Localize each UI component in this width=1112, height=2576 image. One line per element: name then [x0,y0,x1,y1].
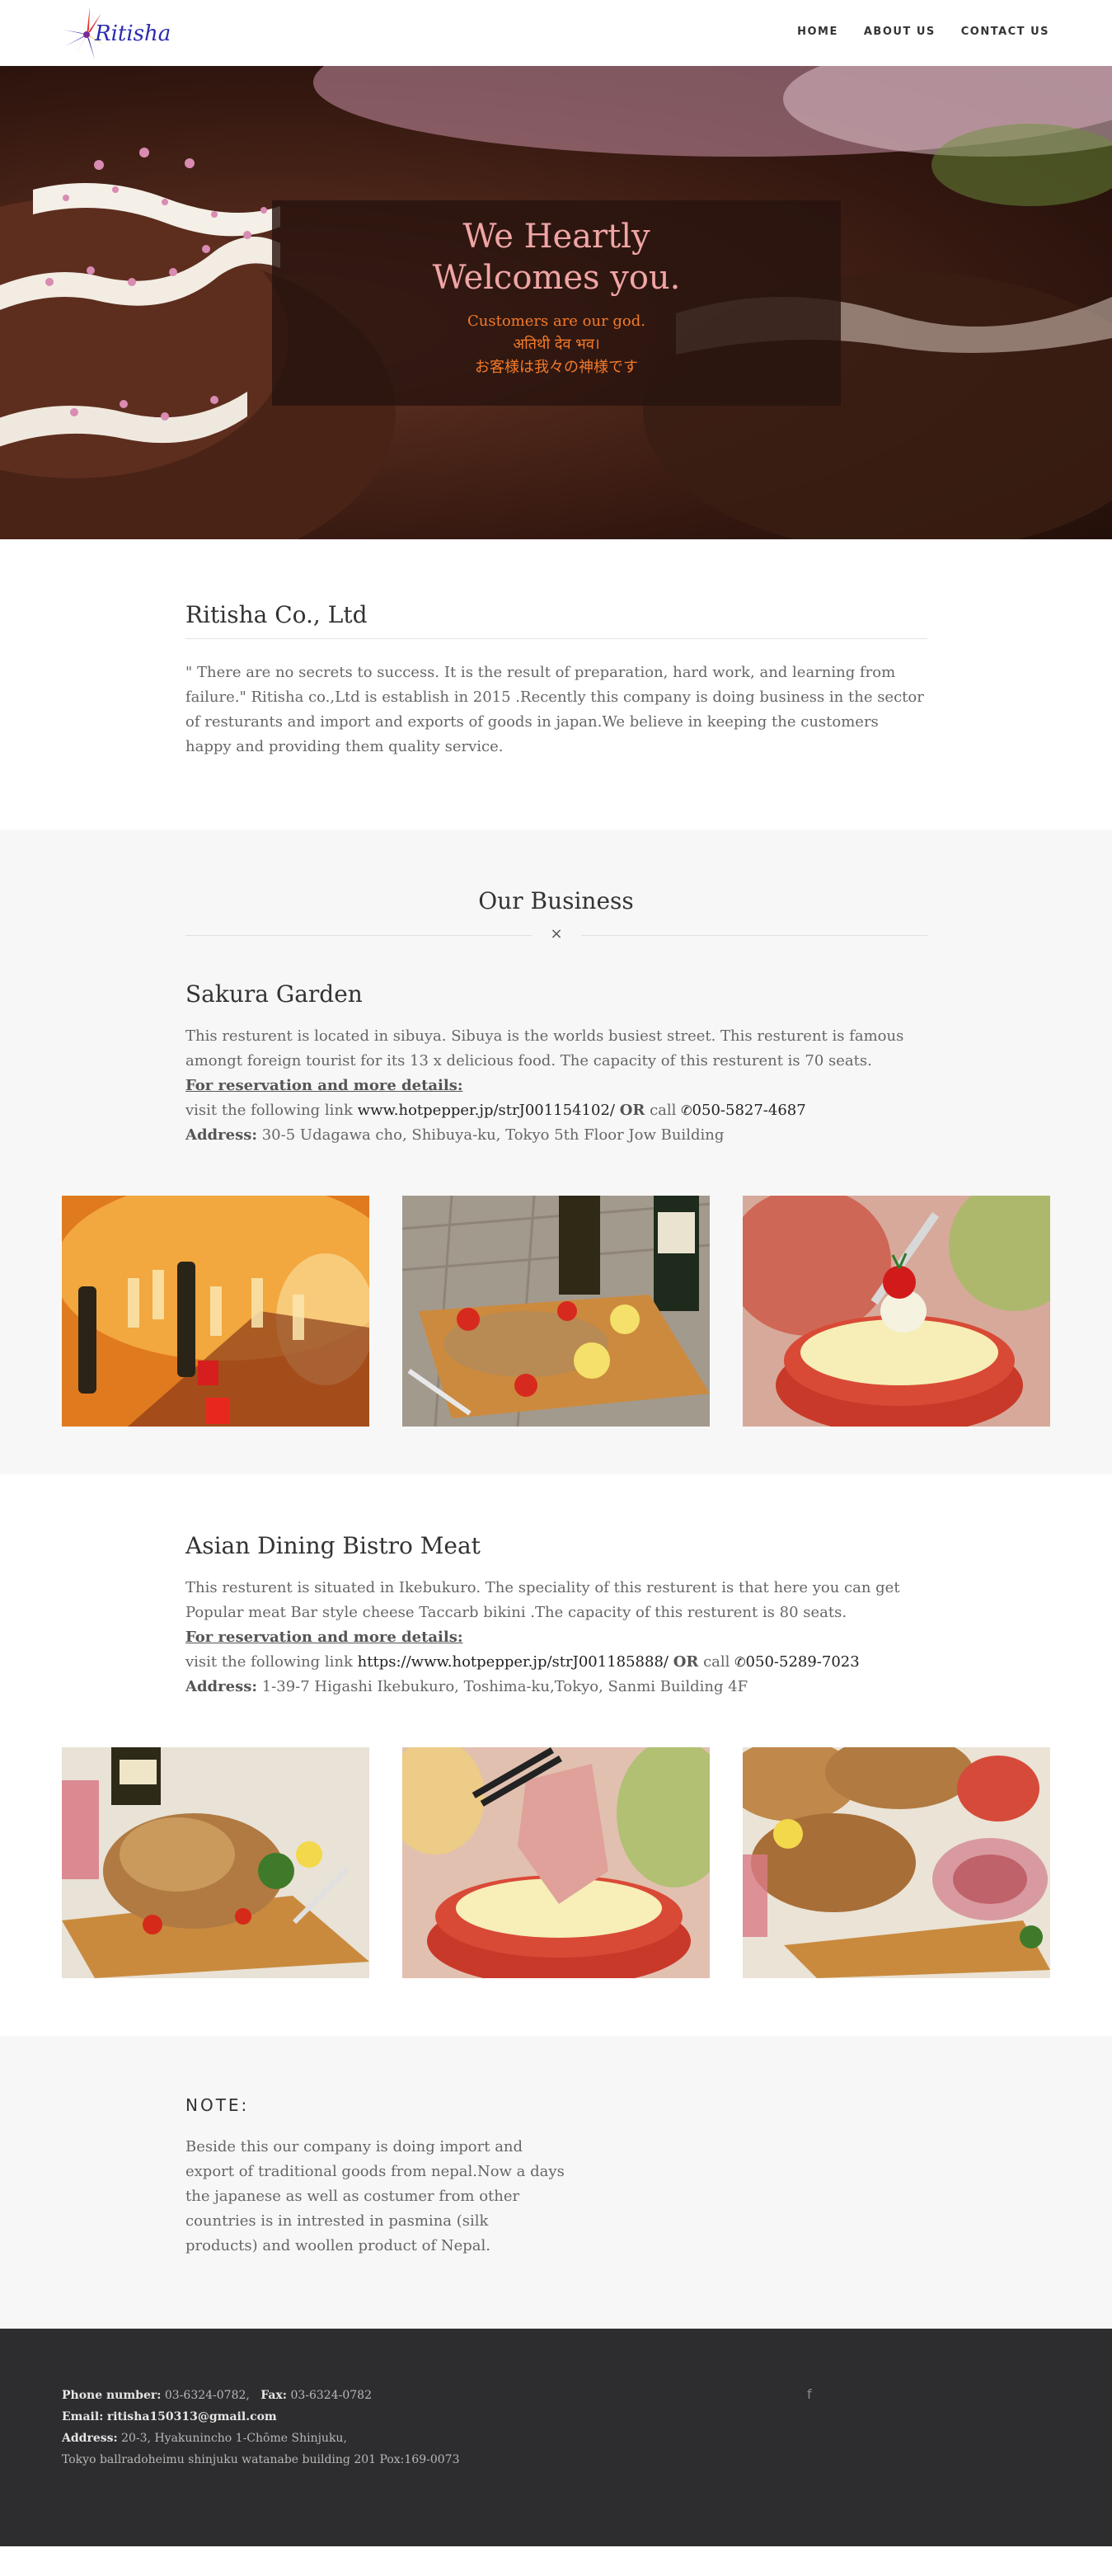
about-section: Ritisha Co., Ltd " There are no secrets … [0,539,1112,830]
photo-roast-chicken-wine[interactable] [62,1747,369,1978]
photo-cheese-fondue-tomato[interactable] [743,1196,1050,1427]
link-prefix: visit the following link [185,1102,358,1119]
note-title: NOTE: [185,2095,250,2115]
logo-text: Ritisha [95,21,171,46]
photo-meat-feast-table[interactable] [743,1747,1050,1978]
photo-grilled-chicken-platter[interactable] [402,1196,710,1427]
note-section: NOTE: Beside this our company is doing i… [0,2036,1112,2329]
site-logo[interactable]: Ritisha [62,3,171,64]
restaurant-info: This resturent is situated in Ikebukuro.… [185,1576,927,1699]
phone-number[interactable]: 050-5289-7023 [746,1653,860,1671]
note-text: Beside this our company is doing import … [185,2138,565,2254]
company-description: " There are no secrets to success. It is… [185,664,924,755]
restaurant-name: Sakura Garden [185,980,363,1008]
tagline-japanese: お客様は我々の神様です [475,359,638,376]
footer-address-line2: Tokyo ballradoheimu shinjuku watanabe bu… [62,2453,460,2466]
phone-number[interactable]: 050-5827-4687 [692,1102,806,1119]
business-title: Our Business [478,887,634,914]
tagline-english: Customers are our god. [467,313,646,330]
reservation-label: For reservation and more details: [185,1629,463,1646]
restaurant-address: 30-5 Udagawa cho, Shibuya-ku, Tokyo 5th … [261,1126,725,1144]
address-label: Address: [185,1678,257,1695]
nav-links: HOME ABOUT US CONTACT US [797,26,1049,38]
photo-meat-cheese-fondue[interactable] [402,1747,710,1978]
reservation-label: For reservation and more details: [185,1077,463,1094]
fax-label: Fax: [260,2389,287,2402]
welcome-box: We Heartly Welcomes you. Customers are o… [272,200,841,406]
call-label: call [650,1102,677,1119]
business-section-2: Asian Dining Bistro Meat This resturent … [0,1474,1112,2036]
company-title: Ritisha Co., Ltd [185,601,927,639]
link-prefix: visit the following link [185,1653,358,1671]
bistro-gallery [62,1747,1112,1978]
address-label: Address: [185,1126,257,1144]
footer-phone: 03-6324-0782, [164,2389,250,2402]
hotpepper-link[interactable]: https://www.hotpepper.jp/strJ001185888/ [358,1653,669,1671]
section-divider: × [185,925,927,944]
hero-tagline: Customers are our god. अतिथी देव भव। お客様… [272,310,841,379]
photo-champagne-table[interactable] [62,1196,369,1427]
restaurant-description: This resturent is situated in Ikebukuro.… [185,1579,900,1621]
restaurant-asian-dining-bistro: Asian Dining Bistro Meat This resturent … [185,1532,927,1699]
footer-fax: 03-6324-0782 [290,2389,372,2402]
phone-label: Phone number: [62,2389,162,2402]
restaurant-sakura-garden: Sakura Garden This resturent is located … [185,980,927,1148]
restaurant-description: This resturent is located in sibuya. Sib… [185,1027,904,1069]
sakura-gallery [62,1196,1112,1427]
footer: Phone number: 03-6324-0782, Fax: 03-6324… [0,2329,1112,2546]
hotpepper-link[interactable]: www.hotpepper.jp/strJ001154102/ [358,1102,615,1119]
contact-info: Phone number: 03-6324-0782, Fax: 03-6324… [62,2385,459,2470]
footer-email[interactable]: ritisha150313@gmail.com [107,2410,277,2423]
restaurant-address: 1-39-7 Higashi Ikebukuro, Toshima-ku,Tok… [261,1678,748,1695]
restaurant-name: Asian Dining Bistro Meat [185,1532,481,1559]
hero-title: We Heartly Welcomes you. [432,218,681,297]
footer-address-label: Address: [62,2432,118,2445]
or-label: OR [619,1102,645,1119]
hero-banner: We Heartly Welcomes you. Customers are o… [0,66,1112,539]
or-label: OR [673,1653,699,1671]
phone-icon: ✆ [681,1102,692,1118]
tagline-hindi: अतिथी देव भव। [513,336,600,353]
phone-icon: ✆ [734,1654,746,1670]
nav-home-link[interactable]: HOME [797,26,838,38]
facebook-icon[interactable]: f [807,2386,812,2402]
nav-contact-link[interactable]: CONTACT US [961,26,1049,38]
top-navbar: Ritisha HOME ABOUT US CONTACT US [0,0,1112,66]
footer-address-line1: 20-3, Hyakunincho 1-Chōme Shinjuku, [121,2432,347,2445]
call-label: call [703,1653,730,1671]
divider-x-icon: × [550,925,563,942]
restaurant-info: This resturent is located in sibuya. Sib… [185,1024,927,1148]
nav-about-link[interactable]: ABOUT US [864,26,936,38]
business-section: Our Business × Sakura Garden This restur… [0,830,1112,1474]
email-label: Email: [62,2410,104,2423]
